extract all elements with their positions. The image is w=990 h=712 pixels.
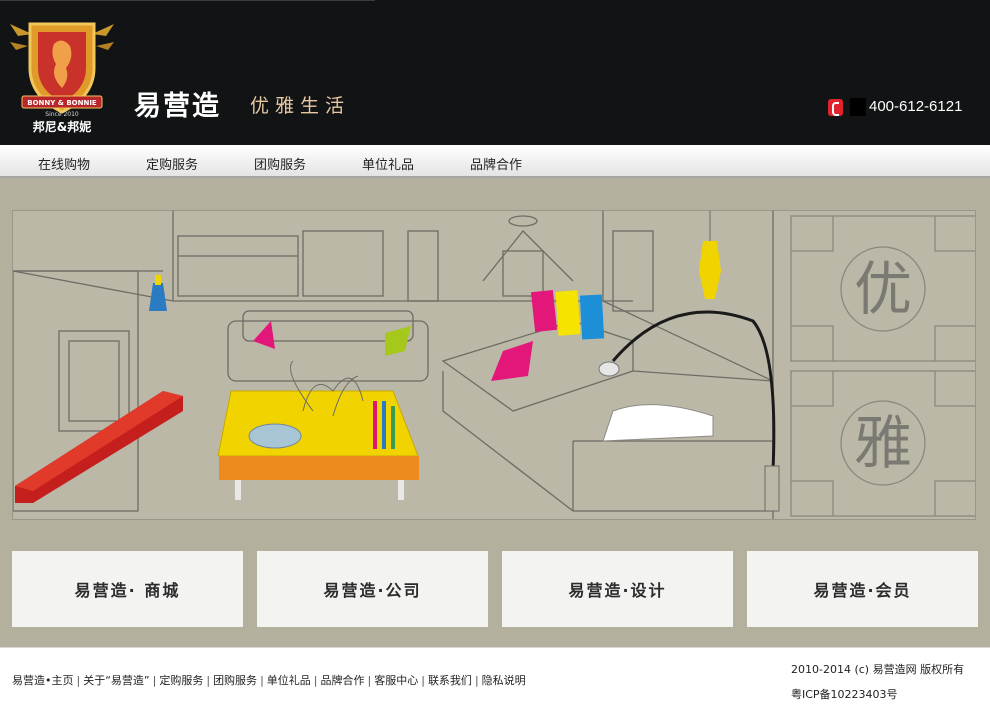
icp-license[interactable]: 粤ICP备10223403号 [791,686,898,702]
footer-separator: | [152,674,157,687]
footer: 易营造•主页 | 关于“易营造” | 定购服务 | 团购服务 | 单位礼品 | 品牌合作 | 客服中心 |… [0,647,990,712]
footer-separator: | [474,674,479,687]
nav-item-corporate-gifts[interactable]: 单位礼品 [362,154,414,173]
logo[interactable]: BONNY & BONNIE Since 2010 邦尼&邦妮 [10,16,114,138]
footer-link-home[interactable]: 易营造•主页 [12,674,74,687]
hero-banner[interactable]: 优 雅 [12,210,976,520]
footer-link-contact[interactable]: 联系我们 [428,674,472,687]
nav-item-online-shopping[interactable]: 在线购物 [38,154,90,173]
tagline: 优雅生活 [250,95,351,117]
copyright-text: 2010-2014 (c) 易营造网 版权所有 [791,663,965,676]
footer-separator: | [76,674,81,687]
footer-link-corporate-gifts[interactable]: 单位礼品 [267,674,311,687]
footer-links: 易营造•主页 | 关于“易营造” | 定购服务 | 团购服务 | 单位礼品 | 品牌合作 | 客服中心 |… [12,672,526,688]
header: BONNY & BONNIE Since 2010 邦尼&邦妮 易营造 优雅生活… [0,0,990,145]
phone-number[interactable]: 400-612-6121 [869,98,962,115]
footer-link-service-center[interactable]: 客服中心 [374,674,418,687]
nav-item-group-buy[interactable]: 团购服务 [254,154,306,173]
main-nav: 在线购物 定购服务 团购服务 单位礼品 品牌合作 [0,145,990,178]
phone-marker [850,98,866,116]
footer-separator: | [367,674,372,687]
brand-name: 易营造 [134,91,221,122]
footer-link-about[interactable]: 关于“易营造” [83,674,149,687]
nav-item-brand-partnership[interactable]: 品牌合作 [470,154,522,173]
top-line [0,0,375,1]
footer-separator: | [421,674,425,687]
footer-separator: | [313,674,318,687]
tile-design-button[interactable]: 易营造·设计 [502,551,733,627]
footer-separator: | [206,674,211,687]
footer-link-custom-order[interactable]: 定购服务 [159,674,203,687]
nav-item-custom-order[interactable]: 定购服务 [146,154,198,173]
living-room-illustration: 优 雅 [13,211,975,519]
tile-member-button[interactable]: 易营造·会员 [747,551,978,627]
svg-text:BONNY & BONNIE: BONNY & BONNIE [27,99,97,107]
screen-char-ya: 雅 [854,409,912,477]
logo-shield-icon: BONNY & BONNIE Since 2010 [10,22,114,118]
footer-separator: | [260,674,264,687]
screen-char-you: 优 [854,255,912,323]
phone-icon [828,99,843,116]
tile-company-button[interactable]: 易营造·公司 [257,551,488,627]
svg-text:Since 2010: Since 2010 [45,111,79,118]
footer-link-privacy[interactable]: 隐私说明 [482,674,526,687]
footer-link-brand-partnership[interactable]: 品牌合作 [321,674,365,687]
tile-mall-button[interactable]: 易营造· 商城 [12,551,243,627]
footer-link-group-buy[interactable]: 团购服务 [213,674,257,687]
logo-text: 邦尼&邦妮 [32,120,92,134]
